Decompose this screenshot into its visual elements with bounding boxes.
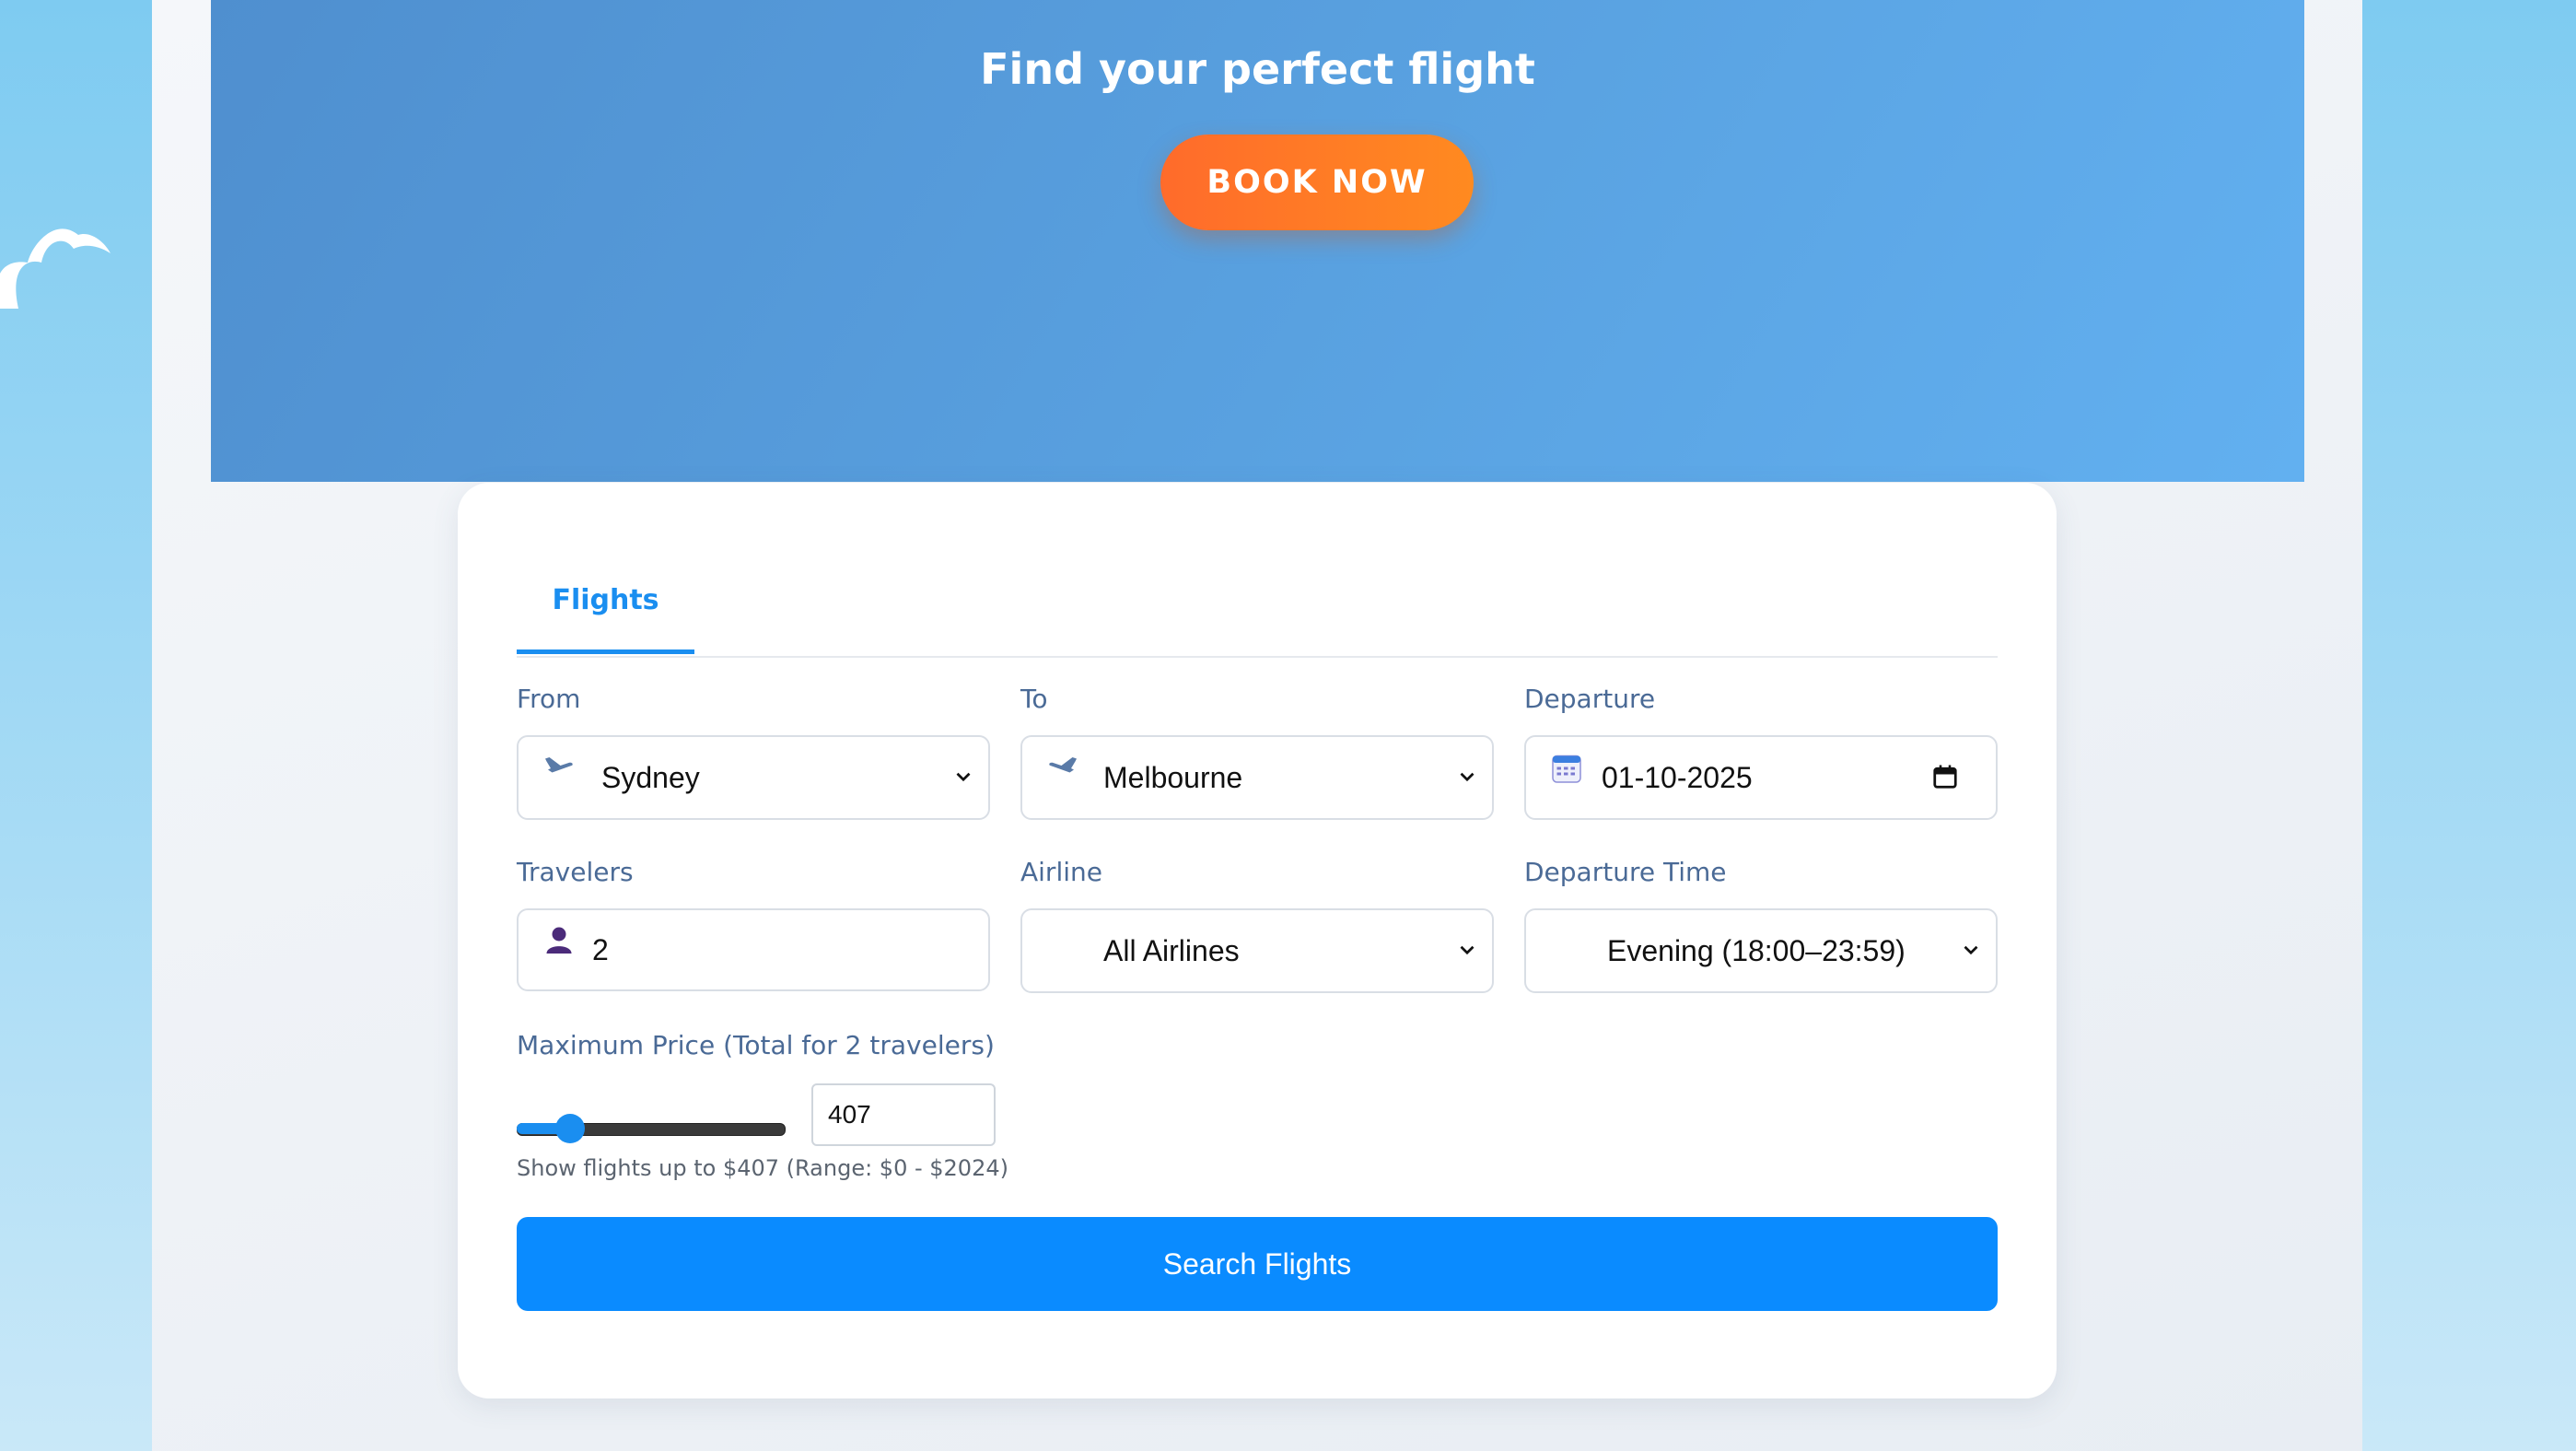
- max-price-label: Maximum Price (Total for 2 travelers): [517, 1030, 995, 1060]
- to-select[interactable]: Melbourne: [1020, 735, 1494, 820]
- tab-bar: Flights: [517, 547, 1998, 658]
- search-flights-button[interactable]: Search Flights: [517, 1217, 1998, 1311]
- chevron-down-icon: [1460, 772, 1474, 782]
- page-container: Find your perfect flight BOOK NOW Flight…: [152, 0, 2362, 1451]
- departure-time-label: Departure Time: [1524, 857, 1727, 887]
- slider-thumb[interactable]: [555, 1114, 586, 1143]
- max-price-input[interactable]: 407: [811, 1083, 996, 1146]
- hero-banner: Find your perfect flight BOOK NOW: [211, 0, 2304, 482]
- calendar-picker-icon[interactable]: [1931, 763, 1959, 790]
- calendar-icon: [1552, 755, 1581, 783]
- plane-departure-icon: [545, 757, 573, 773]
- departure-date-input[interactable]: 01-10-2025: [1524, 735, 1998, 820]
- from-label: From: [517, 684, 581, 714]
- price-hint: Show flights up to $407 (Range: $0 - $20…: [517, 1155, 1008, 1181]
- chevron-down-icon: [1460, 945, 1474, 955]
- chevron-down-icon: [956, 772, 971, 782]
- person-icon: [546, 927, 572, 954]
- tab-flights[interactable]: Flights: [517, 547, 694, 654]
- airline-select[interactable]: All Airlines: [1020, 908, 1494, 993]
- search-card: Flights From Sydney To Melbourne Departu…: [458, 483, 2057, 1398]
- max-price-slider[interactable]: [517, 1109, 786, 1146]
- hero-title: Find your perfect flight: [980, 44, 1535, 94]
- bird-decoration: [0, 228, 111, 309]
- departure-time-select[interactable]: Evening (18:00–23:59): [1524, 908, 1998, 993]
- airline-value: All Airlines: [1103, 934, 1240, 967]
- travelers-input[interactable]: 2: [517, 908, 990, 991]
- travelers-value: 2: [592, 933, 609, 966]
- to-value: Melbourne: [1103, 761, 1243, 794]
- book-now-button[interactable]: BOOK NOW: [1160, 135, 1474, 230]
- chevron-down-icon: [1964, 945, 1978, 955]
- departure-time-value: Evening (18:00–23:59): [1607, 934, 1906, 967]
- departure-label: Departure: [1524, 684, 1656, 714]
- to-label: To: [1020, 684, 1048, 714]
- from-select[interactable]: Sydney: [517, 735, 990, 820]
- from-value: Sydney: [601, 761, 700, 794]
- travelers-label: Travelers: [517, 857, 634, 887]
- plane-arrival-icon: [1049, 757, 1077, 773]
- airline-label: Airline: [1020, 857, 1102, 887]
- departure-value: 01-10-2025: [1602, 761, 1753, 794]
